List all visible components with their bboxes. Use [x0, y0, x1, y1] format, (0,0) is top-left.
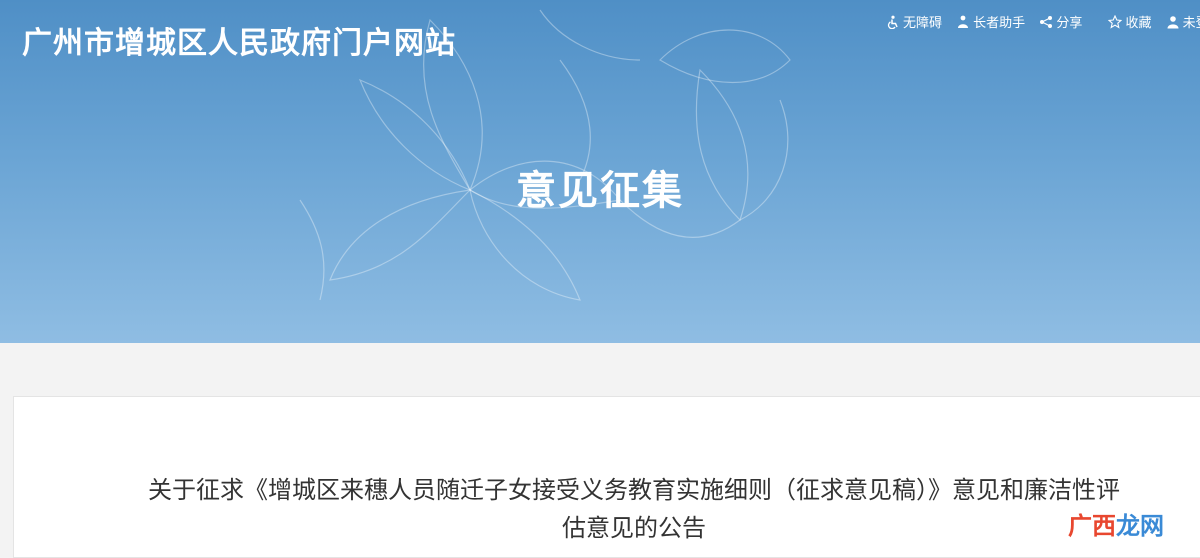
notice-title-line2: 估意见的公告	[562, 514, 706, 542]
elder-assistant-button[interactable]: 长者助手	[956, 12, 1025, 31]
user-icon	[1167, 15, 1179, 28]
favorite-button[interactable]: 收藏	[1108, 12, 1151, 31]
share-label: 分享	[1056, 16, 1083, 31]
watermark-part1: 广西	[1068, 512, 1116, 540]
accessibility-button[interactable]: 无障碍	[886, 12, 942, 31]
accessibility-label: 无障碍	[903, 16, 943, 31]
elder-person-icon	[958, 15, 969, 28]
accessibility-icon	[887, 15, 898, 29]
notice-title-line1: 关于征求《增城区来穗人员随迁子女接受义务教育实施细则（征求意见稿）》意见和廉洁性…	[148, 476, 1120, 504]
site-title[interactable]: 广州市增城区人民政府门户网站	[22, 18, 456, 62]
star-icon	[1108, 14, 1123, 29]
elder-assistant-label: 长者助手	[973, 16, 1026, 31]
login-button[interactable]: 未登	[1166, 12, 1200, 31]
section-title: 意见征集	[516, 168, 684, 214]
watermark-part2: 龙网	[1116, 512, 1164, 540]
notice-title[interactable]: 关于征求《增城区来穗人员随迁子女接受义务教育实施细则（征求意见稿）》意见和廉洁性…	[114, 471, 1154, 547]
share-button[interactable]: 分享	[1039, 12, 1082, 31]
top-toolbar: 无障碍 长者助手 分享 收藏 未	[886, 12, 1200, 32]
notice-card: 关于征求《增城区来穗人员随迁子女接受义务教育实施细则（征求意见稿）》意见和廉洁性…	[13, 396, 1200, 558]
share-icon	[1040, 15, 1053, 28]
favorite-label: 收藏	[1125, 16, 1152, 31]
login-label: 未登	[1182, 16, 1200, 31]
header-banner: 广州市增城区人民政府门户网站 无障碍 长者助手 分享 收藏 未 意见征集	[0, 0, 1200, 343]
watermark: 广西龙网	[1068, 506, 1164, 541]
